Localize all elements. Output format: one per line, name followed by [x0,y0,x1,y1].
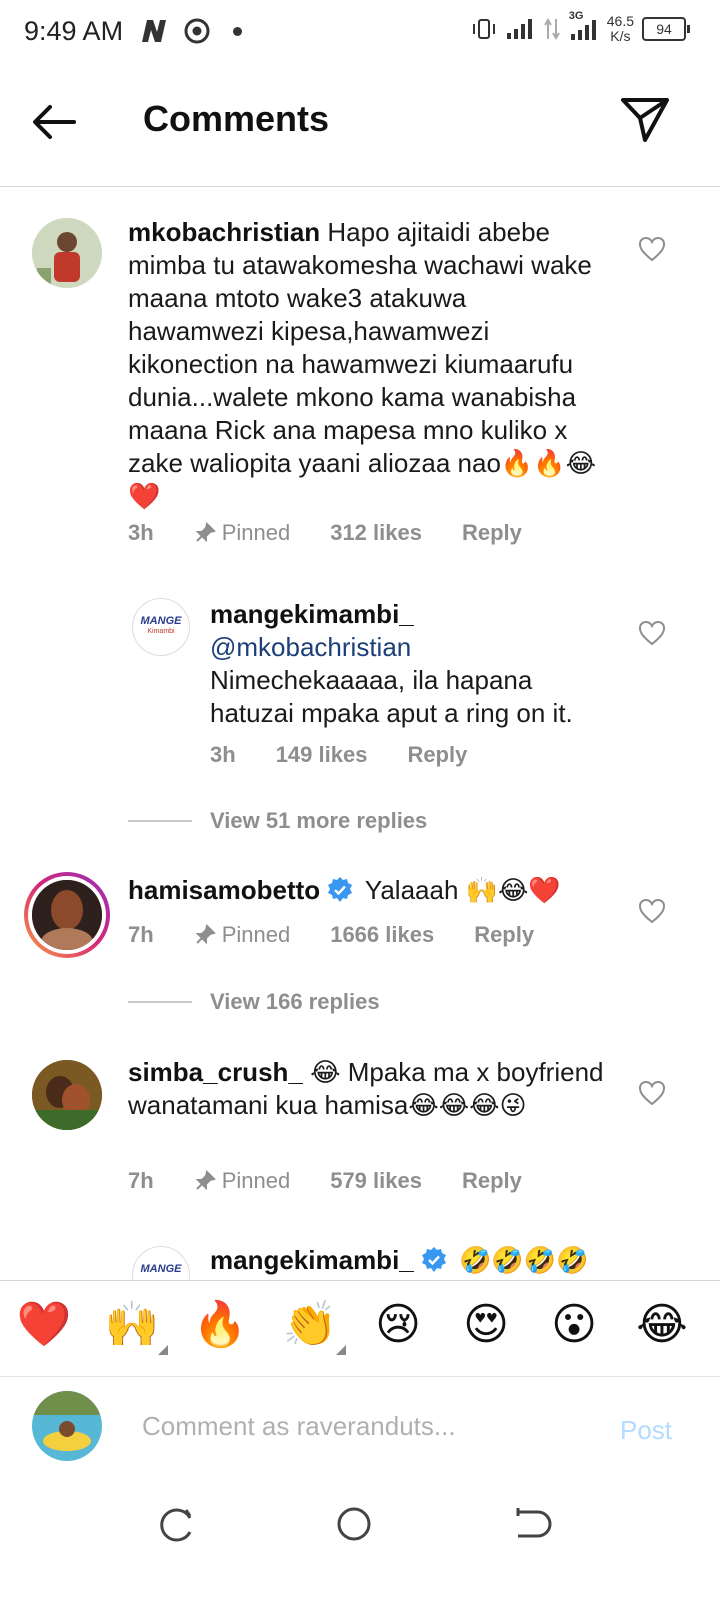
avatar[interactable] [32,1060,102,1130]
avatar[interactable]: MANGE [132,1246,190,1280]
avatar[interactable]: MANGE Kimambi [132,598,190,656]
comment-composer: Post [0,1376,720,1481]
like-count[interactable]: 1666 likes [330,922,434,948]
comment-time: 3h [128,520,154,545]
pin-icon [195,522,216,543]
avatar-logo-text: MANGE [140,1263,182,1275]
comment-body: simba_crush_ 😂 Mpaka ma x boyfriend wana… [128,1056,608,1122]
data-arrows-icon [543,18,560,40]
reply-item: MANGE Kimambi mangekimambi_ @mkobachrist… [0,586,720,786]
emoji-raised-hands-button[interactable]: 🙌 [102,1299,168,1355]
pin-icon [195,924,216,945]
notification-dot-icon [233,27,242,36]
pin-icon [195,1170,216,1191]
reply-button[interactable]: Reply [407,742,467,768]
comment-meta: 3h 149 likes Reply [210,742,507,768]
emoji-quick-bar: ❤️ 🙌 🔥 👏 😢 😍 😮 😂 [0,1280,720,1377]
comment-text: Nimechekaaaaa, ila hapana hatuzai mpaka … [210,665,573,728]
pinned-label: Pinned [194,1168,290,1194]
comment-body: hamisamobetto Yalaaah 🙌😂❤️ [128,874,608,907]
emoji-heart-eyes-button[interactable]: 😍 [456,1299,516,1351]
emoji-surprised-button[interactable]: 😮 [544,1299,604,1351]
comment-username[interactable]: mangekimambi_ [210,1245,414,1275]
system-nav-bar [0,1480,720,1600]
emoji-laughing-button[interactable]: 😂 [632,1299,692,1351]
comment-text: Hapo ajitaidi abebe mimba tu atawakomesh… [128,217,597,511]
view-more-replies-button[interactable]: View 166 replies [128,989,380,1015]
signal-3g-icon: 3G [569,10,599,42]
verified-badge-icon [328,877,353,902]
comment-username[interactable]: simba_crush_ [128,1057,303,1087]
status-bar: 9:49 AM 3G 46.5 K/s 94 [0,0,720,68]
like-count[interactable]: 149 likes [276,742,368,768]
comment-input[interactable] [140,1401,584,1451]
avatar-story-ring[interactable] [24,872,110,958]
comment-time: 7h [128,1168,154,1193]
paper-plane-icon[interactable] [618,94,672,144]
like-heart-icon[interactable] [638,236,666,262]
netflix-n-icon [142,20,166,42]
comment-text: 🤣🤣🤣🤣 [458,1245,589,1275]
recents-icon[interactable] [154,1502,198,1546]
comment-item: mkobachristian Hapo ajitaidi abebe mimba… [0,186,720,586]
like-count[interactable]: 579 likes [330,1168,422,1194]
comment-username[interactable]: mkobachristian [128,217,320,247]
home-circle-icon[interactable] [332,1502,376,1546]
battery-icon: 94 [642,17,690,41]
emoji-fire-button[interactable]: 🔥 [190,1299,250,1351]
header: Comments [0,68,720,187]
emoji-crying-button[interactable]: 😢 [368,1299,428,1351]
like-heart-icon[interactable] [638,898,666,924]
view-replies-label[interactable]: View 166 replies [210,989,380,1015]
like-heart-icon[interactable] [638,1080,666,1106]
mention-link[interactable]: @mkobachristian [210,631,610,664]
comment-time: 7h [128,922,154,947]
view-more-replies-button[interactable]: View 51 more replies [128,808,427,834]
emoji-clap-button[interactable]: 👏 [280,1299,346,1355]
page-title: Comments [143,98,330,139]
comment-time: 3h [210,742,236,767]
avatar-logo-subtext: Kimambi [147,628,175,635]
comment-meta: 7h Pinned 1666 likes Reply [128,922,574,948]
avatar[interactable] [32,218,102,288]
comment-text: Yalaaah 🙌😂❤️ [364,875,561,905]
reply-button[interactable]: Reply [462,1168,522,1194]
emoji-heart-button[interactable]: ❤️ [14,1299,74,1351]
pinned-label: Pinned [194,922,290,948]
like-heart-icon[interactable] [638,620,666,646]
pinned-label: Pinned [194,520,290,546]
user-avatar [32,1391,102,1461]
reply-button[interactable]: Reply [462,520,522,546]
avatar-logo-text: MANGE [140,615,182,627]
comment-body: mangekimambi_ @mkobachristian Nimechekaa… [210,598,610,730]
like-count[interactable]: 312 likes [330,520,422,546]
vibrate-icon [472,19,495,39]
comment-item: hamisamobetto Yalaaah 🙌😂❤️ 7h Pinned 166… [0,860,720,980]
view-replies-label[interactable]: View 51 more replies [210,808,427,834]
reply-button[interactable]: Reply [474,922,534,948]
reply-item: MANGE mangekimambi_ 🤣🤣🤣🤣 [0,1240,720,1280]
verified-badge-icon [421,1247,446,1272]
divider-line [128,1001,192,1003]
comment-body: mangekimambi_ 🤣🤣🤣🤣 [210,1244,630,1277]
back-arrow-icon[interactable] [26,98,82,146]
comment-body: mkobachristian Hapo ajitaidi abebe mimba… [128,216,608,513]
comment-meta: 3h Pinned 312 likes Reply [128,520,562,546]
network-speed: 46.5 K/s [606,13,634,44]
comment-username[interactable]: hamisamobetto [128,875,320,905]
chrome-icon [184,18,210,44]
comment-meta: 7h Pinned 579 likes Reply [128,1168,562,1194]
status-time: 9:49 AM [24,16,124,46]
nav-back-icon[interactable] [508,1502,552,1546]
signal-icon [506,19,532,39]
post-button[interactable]: Post [620,1415,672,1446]
comment-username[interactable]: mangekimambi_ [210,598,610,631]
divider-line [128,820,192,822]
comment-item: simba_crush_ 😂 Mpaka ma x boyfriend wana… [0,1040,720,1240]
